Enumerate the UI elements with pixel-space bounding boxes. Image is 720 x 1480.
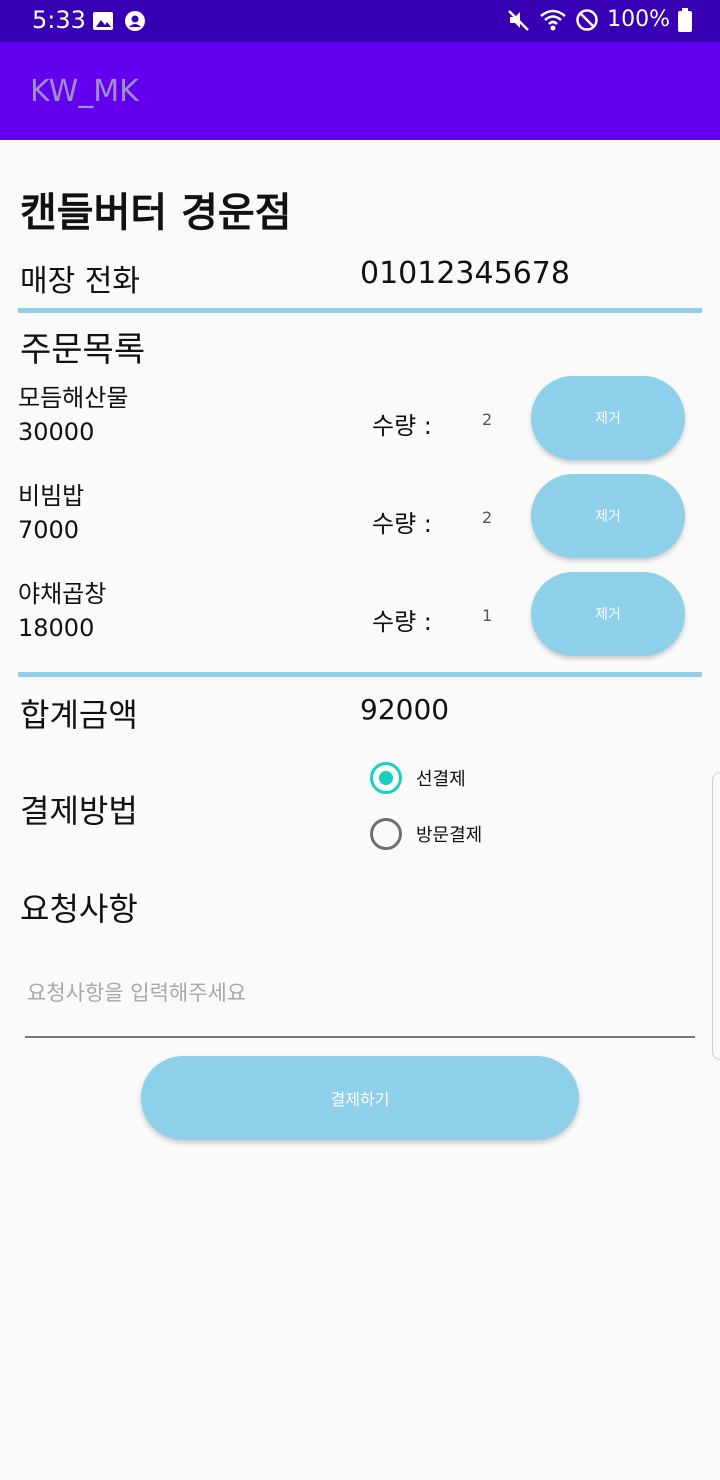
- status-time: 5:33: [32, 6, 86, 34]
- store-phone-label: 매장 전화: [20, 264, 140, 299]
- quantity-value: 2: [482, 410, 493, 429]
- radio-label: 방문결제: [416, 825, 483, 846]
- quantity-label: 수량 :: [372, 608, 432, 636]
- wifi-icon: [540, 9, 566, 30]
- account-circle-icon: [125, 11, 145, 31]
- quantity-value: 1: [482, 606, 493, 625]
- quantity-label: 수량 :: [372, 510, 432, 538]
- battery-percent: 100%: [607, 7, 670, 32]
- pay-button[interactable]: 결제하기: [141, 1056, 579, 1140]
- do-not-disturb-icon: [576, 8, 598, 31]
- app-title: KW_MK: [30, 74, 139, 109]
- status-bar: 5:33 100%: [0, 0, 720, 42]
- store-name: 캔들버터 경운점: [20, 190, 292, 236]
- edge-panel-handle[interactable]: [712, 772, 720, 1060]
- order-item-name: 모듬해산물: [18, 384, 129, 412]
- remove-item-button[interactable]: 제거: [531, 376, 685, 460]
- mute-icon: [508, 9, 529, 31]
- quantity-value: 2: [482, 508, 493, 527]
- gallery-icon: [93, 12, 113, 30]
- request-label: 요청사항: [20, 890, 138, 928]
- order-list-title: 주문목록: [20, 330, 146, 370]
- order-item-name: 비빔밥: [18, 482, 85, 510]
- radio-label: 선결제: [416, 769, 466, 790]
- store-phone-value: 01012345678: [360, 256, 570, 291]
- order-item-price: 30000: [18, 418, 95, 446]
- divider: [18, 308, 702, 313]
- total-value: 92000: [360, 693, 450, 726]
- radio-pay-on-visit[interactable]: 방문결제: [370, 818, 482, 850]
- order-item-name: 야채곱창: [18, 580, 107, 608]
- remove-item-button[interactable]: 제거: [531, 474, 685, 558]
- radio-unchecked-icon[interactable]: [370, 818, 402, 850]
- status-left-icons: [92, 10, 146, 32]
- divider: [18, 672, 702, 677]
- order-item-price: 18000: [18, 614, 95, 642]
- total-label: 합계금액: [20, 696, 138, 734]
- radio-checked-icon[interactable]: [370, 762, 402, 794]
- payment-method-label: 결제방법: [20, 792, 138, 830]
- radio-prepay[interactable]: 선결제: [370, 762, 466, 794]
- remove-item-button[interactable]: 제거: [531, 572, 685, 656]
- app-bar: KW_MK: [0, 42, 720, 140]
- request-input[interactable]: [25, 966, 695, 1038]
- battery-icon: [678, 7, 692, 32]
- status-right-icons: 100%: [507, 7, 692, 32]
- order-item-price: 7000: [18, 516, 80, 544]
- quantity-label: 수량 :: [372, 412, 432, 440]
